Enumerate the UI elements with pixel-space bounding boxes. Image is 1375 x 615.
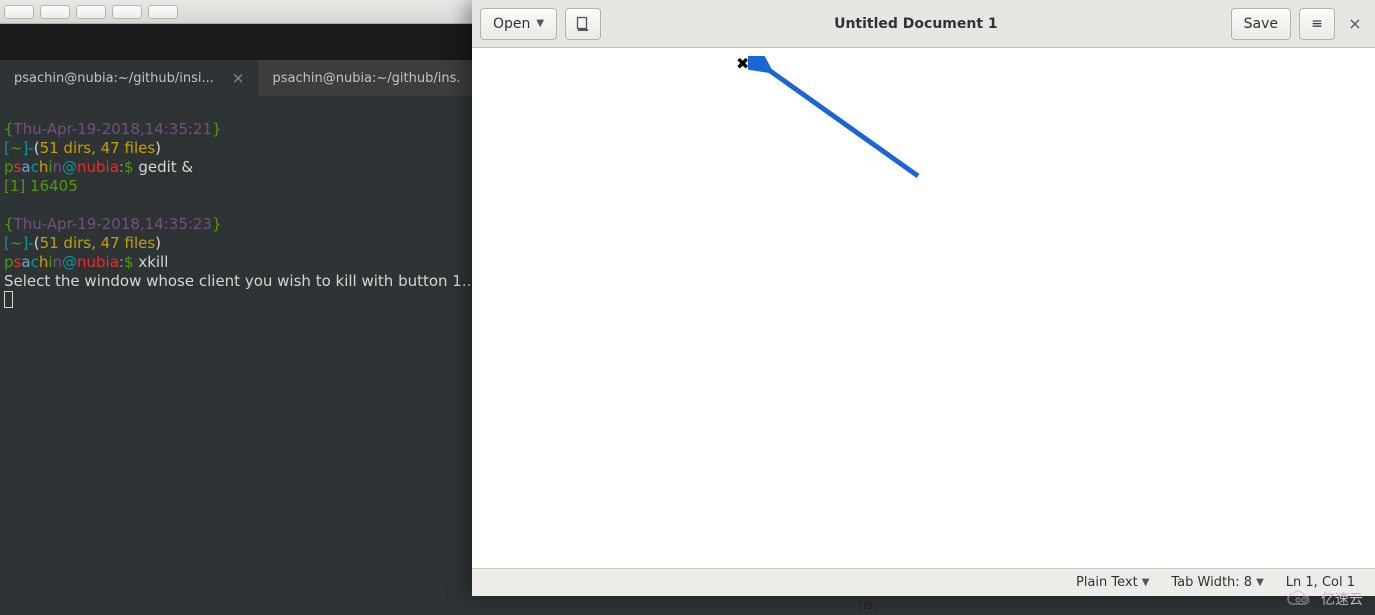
cloud-icon <box>1285 589 1315 609</box>
bg-btn <box>40 5 70 19</box>
new-document-button[interactable] <box>565 8 601 40</box>
save-label: Save <box>1244 16 1278 32</box>
document-title: Untitled Document 1 <box>609 16 1223 32</box>
close-button[interactable]: × <box>1343 14 1367 33</box>
terminal-tab-label: psachin@nubia:~/github/ins. <box>272 71 460 86</box>
cursor-position: Ln 1, Col 1 <box>1286 575 1355 590</box>
terminal-tab[interactable]: psachin@nubia:~/github/insi... × <box>0 60 258 96</box>
chevron-down-icon: ▼ <box>536 18 544 29</box>
language-selector[interactable]: Plain Text ▼ <box>1076 575 1149 590</box>
terminal-cursor <box>4 291 13 308</box>
open-button[interactable]: Open ▼ <box>480 8 557 40</box>
watermark-text: 亿速云 <box>1321 589 1363 609</box>
language-label: Plain Text <box>1076 575 1138 590</box>
tab-width-selector[interactable]: Tab Width: 8 ▼ <box>1171 575 1263 590</box>
bg-btn <box>112 5 142 19</box>
gedit-headerbar: Open ▼ Untitled Document 1 Save ≡ × <box>472 0 1375 48</box>
hamburger-menu-button[interactable]: ≡ <box>1299 8 1335 40</box>
close-icon[interactable]: × <box>232 71 245 86</box>
new-document-icon <box>575 16 591 32</box>
watermark: 亿速云 <box>1285 589 1363 609</box>
gedit-statusbar: Plain Text ▼ Tab Width: 8 ▼ Ln 1, Col 1 <box>472 568 1375 596</box>
background-toolbar-buttons <box>4 5 178 19</box>
xkill-message: Select the window whose client you wish … <box>4 272 481 290</box>
gedit-text-area[interactable] <box>472 48 1375 568</box>
save-button[interactable]: Save <box>1231 8 1291 40</box>
bg-btn <box>4 5 34 19</box>
terminal-tab[interactable]: psachin@nubia:~/github/ins. <box>258 60 488 96</box>
terminal-tab-label: psachin@nubia:~/github/insi... <box>14 71 214 86</box>
position-label: Ln 1, Col 1 <box>1286 575 1355 590</box>
open-label: Open <box>493 16 530 32</box>
tab-width-label: Tab Width: 8 <box>1171 575 1252 590</box>
gedit-window[interactable]: Open ▼ Untitled Document 1 Save ≡ × Plai… <box>472 0 1375 596</box>
chevron-down-icon: ▼ <box>1142 577 1150 588</box>
bg-btn <box>76 5 106 19</box>
close-icon: × <box>1348 14 1361 33</box>
bg-btn <box>148 5 178 19</box>
background-text: ns. <box>858 594 877 614</box>
chevron-down-icon: ▼ <box>1256 577 1264 588</box>
hamburger-icon: ≡ <box>1311 16 1323 32</box>
